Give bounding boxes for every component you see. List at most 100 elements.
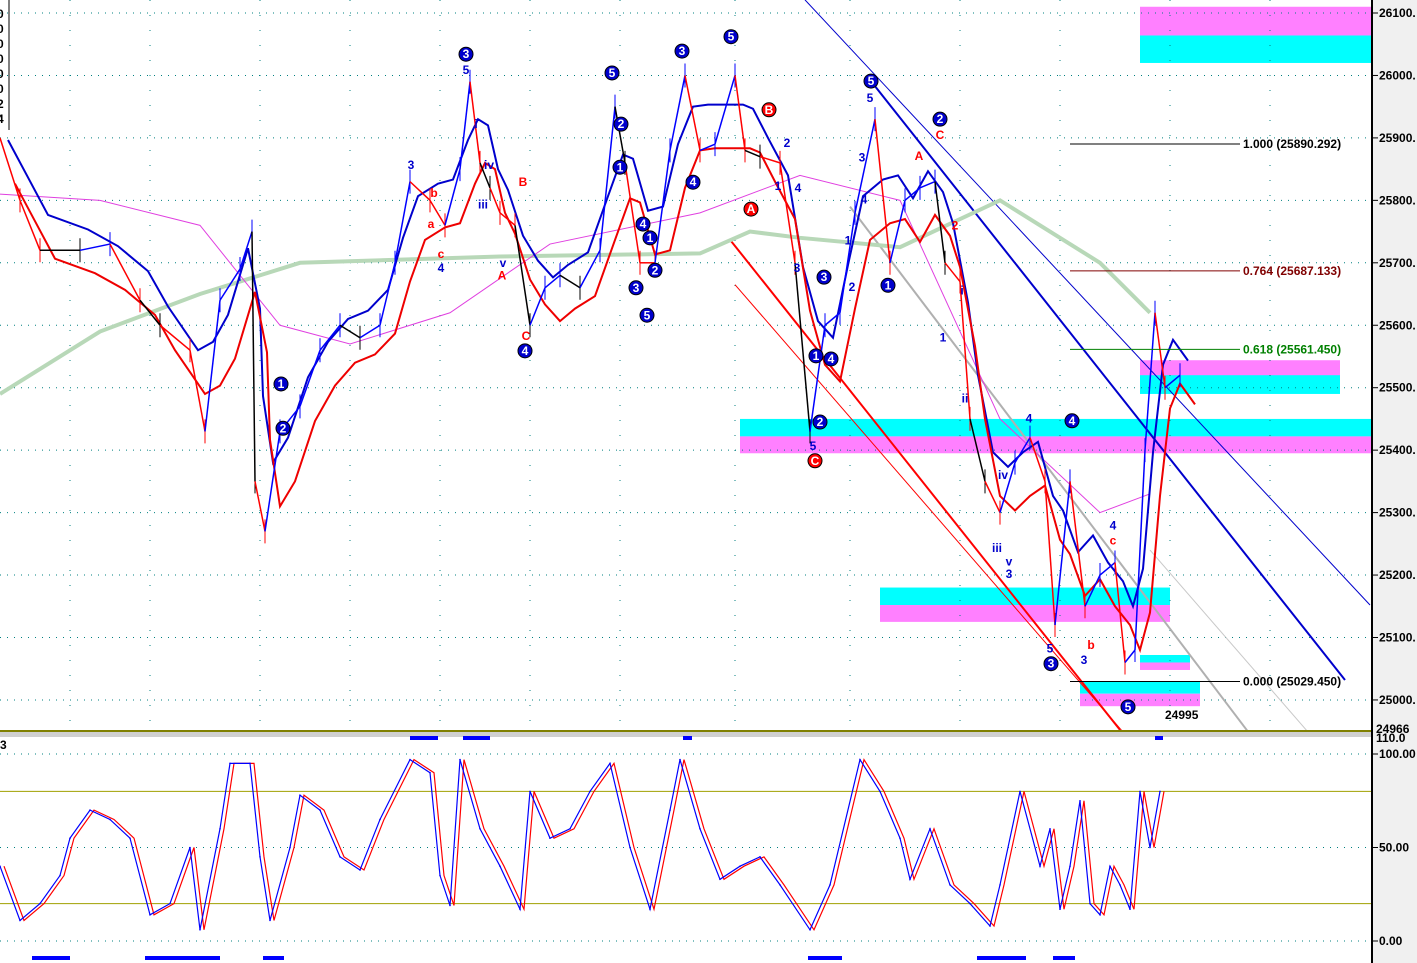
- wave-label: 3: [1081, 653, 1088, 667]
- elliott-wave-chart: 1.000 (25890.292) 0.764 (25687.133) 0.618 …: [0, 0, 1417, 963]
- fib-label-0.764: 0.764 (25687.133): [1243, 264, 1341, 278]
- wave-label: 1: [647, 231, 654, 245]
- stochastic-point: [739, 865, 741, 867]
- wave-label: 3: [463, 47, 470, 61]
- wave-label: b: [1087, 638, 1094, 652]
- wave-label: 5: [868, 74, 875, 88]
- stochastic-point: [519, 908, 521, 911]
- stochastic-point: [429, 771, 431, 774]
- price-panel[interactable]: 1.000 (25890.292) 0.764 (25687.133) 0.618 …: [0, 0, 1375, 737]
- stochastic-point: [69, 837, 71, 839]
- price-tick-label: 25300.: [1379, 506, 1416, 520]
- wave-label: 2: [784, 136, 791, 150]
- wave-label: 1: [278, 377, 285, 391]
- stochastic-point: [529, 790, 531, 793]
- wave-label: 5: [867, 91, 874, 105]
- wave-label: 4: [828, 352, 835, 366]
- wave-label: C: [522, 329, 531, 343]
- wave-label: 3: [679, 44, 686, 58]
- stochastic-point: [809, 928, 811, 931]
- time-marker: [1053, 956, 1075, 960]
- wave-label: 5: [810, 439, 817, 453]
- stochastic-point: [189, 846, 191, 849]
- stochastic-point: [1059, 908, 1061, 911]
- wave-label: 2: [618, 117, 625, 131]
- stochastic-point: [1139, 790, 1141, 793]
- wave-label: 2: [849, 280, 856, 294]
- stochastic-panel[interactable]: 3: [0, 736, 1372, 963]
- price-tick-label: 25700.: [1379, 256, 1416, 270]
- time-marker: [145, 956, 220, 960]
- stochastic-point: [1039, 865, 1041, 867]
- wave-label: 1: [775, 179, 782, 193]
- stochastic-point: [1079, 799, 1081, 802]
- stochastic-point: [1049, 828, 1051, 830]
- stochastic-point: [199, 928, 201, 931]
- stochastic-point: [439, 874, 441, 877]
- wave-label: 2: [280, 421, 287, 435]
- stochastic-point: [999, 884, 1001, 886]
- legend-fragment: 0: [0, 7, 4, 21]
- price-axis: 26100. 26000. 25900. 25800. 25700. 25600. 2550…: [1371, 0, 1417, 963]
- stochastic-point: [289, 846, 291, 849]
- price-tick-label: 25200.: [1379, 568, 1416, 582]
- low-price-label: 24995: [1165, 708, 1199, 722]
- wave-label: 2: [652, 263, 659, 277]
- stochastic-point: [719, 878, 721, 881]
- stochastic-point: [779, 884, 781, 886]
- wave-label: 3: [821, 270, 828, 284]
- stochastic-point: [609, 762, 611, 765]
- wave-label: 3: [794, 261, 801, 275]
- osc-tick-label: 100.00: [1379, 747, 1416, 761]
- stochastic-point: [1109, 865, 1111, 867]
- legend-fragment: 0: [0, 37, 4, 51]
- stochastic-point: [339, 856, 341, 858]
- fib-label-0.618: 0.618 (25561.450): [1243, 342, 1341, 356]
- wave-label: 2: [952, 218, 959, 232]
- stochastic-point: [59, 874, 61, 877]
- wave-label: B: [519, 175, 528, 189]
- stochastic-point: [19, 919, 21, 922]
- legend-fragment: 0: [0, 82, 4, 96]
- osc-axis-top-label: 110.0: [1376, 731, 1406, 745]
- wave-label: iii: [478, 198, 488, 212]
- stochastic-point: [649, 908, 651, 911]
- time-marker: [1155, 736, 1163, 740]
- wave-label: 5: [463, 63, 470, 77]
- wave-label: 4: [640, 217, 647, 231]
- stochastic-point: [549, 837, 551, 839]
- stochastic-point: [949, 884, 951, 886]
- wave-label: 4: [522, 344, 529, 358]
- stochastic-point: [569, 828, 571, 830]
- price-tick-label: 25800.: [1379, 193, 1416, 207]
- wave-label: iv: [484, 158, 494, 172]
- wave-label: 5: [609, 66, 616, 80]
- time-marker: [463, 736, 490, 740]
- stochastic-point: [1069, 865, 1071, 867]
- wave-label: i: [474, 117, 477, 131]
- time-marker: [808, 956, 842, 960]
- zone-4: [740, 418, 1375, 437]
- price-tick-label: 25400.: [1379, 443, 1416, 457]
- stochastic-point: [989, 925, 991, 927]
- osc-panel-label: 3: [0, 738, 7, 752]
- stochastic-point: [859, 758, 861, 761]
- stochastic-point: [679, 758, 681, 761]
- wave-label: 5: [644, 308, 651, 322]
- legend-fragment: 0: [0, 52, 4, 66]
- time-marker: [263, 956, 284, 960]
- wave-label: 1: [940, 331, 947, 345]
- stochastic-point: [699, 828, 701, 830]
- wave-label: 4: [1069, 414, 1076, 428]
- price-tick-label: 25100.: [1379, 631, 1416, 645]
- stochastic-point: [1019, 790, 1021, 793]
- wave-label: 1: [813, 349, 820, 363]
- wave-label: 4: [690, 175, 697, 189]
- stochastic-point: [299, 794, 301, 796]
- zone-11: [1080, 693, 1200, 707]
- wave-label: 5: [1125, 700, 1132, 714]
- stochastic-point: [229, 762, 231, 765]
- zone-5: [740, 436, 1375, 454]
- fib-label-0.000: 0.000 (25029.450): [1243, 675, 1341, 689]
- wave-label: C: [936, 128, 945, 142]
